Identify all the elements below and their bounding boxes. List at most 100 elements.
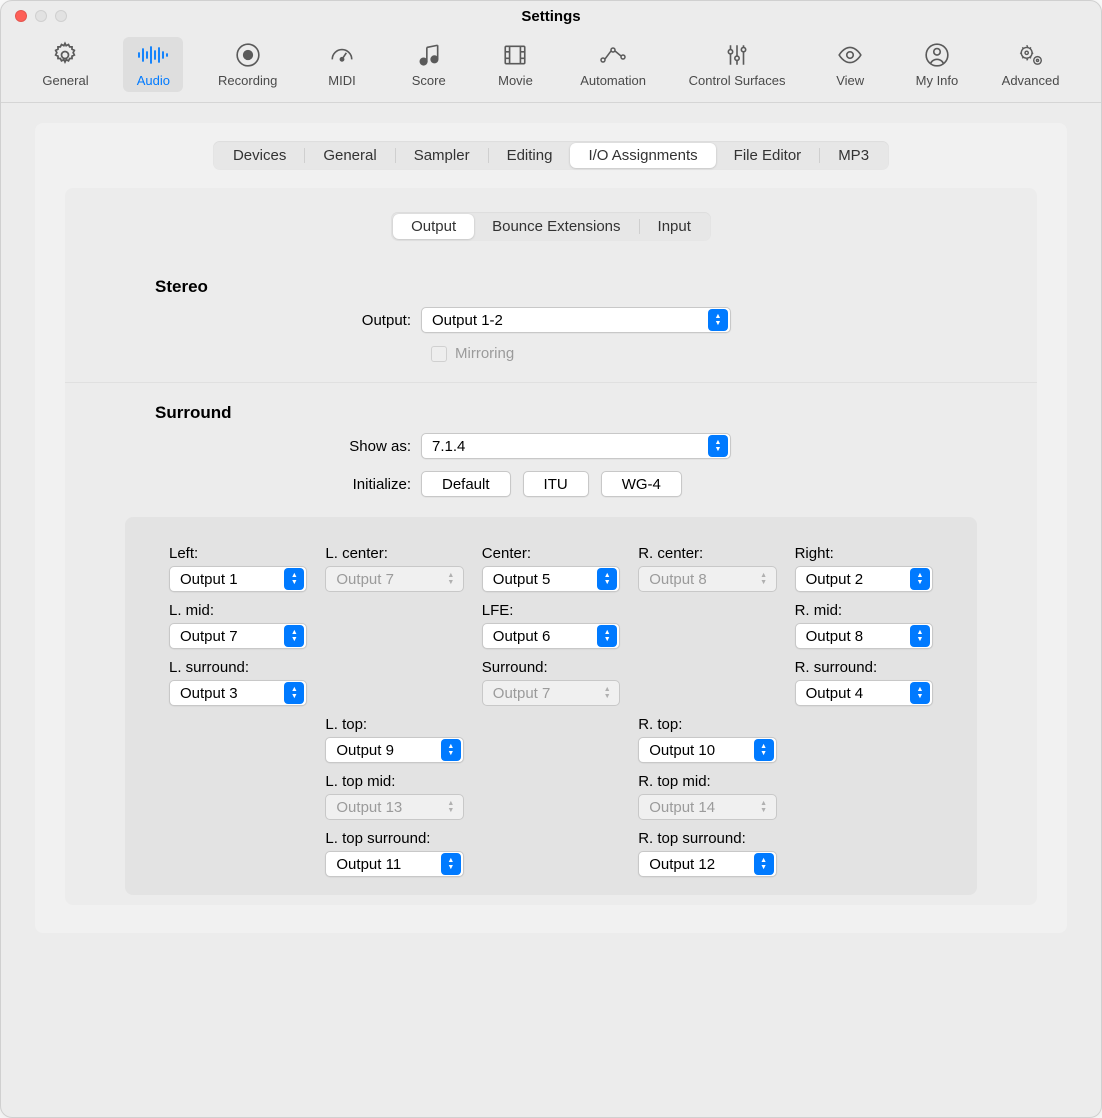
film-icon [501, 41, 529, 69]
surround-heading: Surround [95, 403, 1007, 423]
channel-label: R. top surround: [638, 830, 776, 847]
toolbar-score[interactable]: Score [399, 37, 459, 92]
notes-icon [415, 41, 443, 69]
channel-label: L. top surround: [325, 830, 463, 847]
itu-button[interactable]: ITU [523, 471, 589, 497]
channel-label: L. top mid: [325, 773, 463, 790]
updown-icon: ▲▼ [754, 853, 774, 875]
tab-output[interactable]: Output [393, 214, 474, 239]
channel-label: R. top: [638, 716, 776, 733]
wg4-button[interactable]: WG-4 [601, 471, 682, 497]
stereo-output-select[interactable]: Output 1-2 ▲▼ [421, 307, 731, 333]
channel-cell: L. surround: Output 3 ▲▼ [169, 659, 307, 706]
default-button[interactable]: Default [421, 471, 511, 497]
channel-select: Output 8 ▲▼ [638, 566, 776, 592]
channel-cell: Center: Output 5 ▲▼ [482, 545, 620, 592]
updown-icon: ▲▼ [441, 739, 461, 761]
toolbar-my-info[interactable]: My Info [907, 37, 967, 92]
channel-select[interactable]: Output 7 ▲▼ [169, 623, 307, 649]
tab-file-editor[interactable]: File Editor [716, 143, 820, 168]
channel-select[interactable]: Output 10 ▲▼ [638, 737, 776, 763]
divider [65, 382, 1037, 383]
tab-sampler[interactable]: Sampler [396, 143, 488, 168]
mirroring-checkbox[interactable] [431, 346, 447, 362]
updown-icon: ▲▼ [708, 309, 728, 331]
updown-icon: ▲▼ [910, 682, 930, 704]
person-icon [924, 41, 950, 69]
stereo-output-label: Output: [95, 312, 421, 329]
initialize-label: Initialize: [95, 476, 421, 493]
updown-icon: ▲▼ [910, 625, 930, 647]
mirroring-label: Mirroring [455, 345, 514, 362]
toolbar-general[interactable]: General [34, 37, 96, 92]
toolbar-midi[interactable]: MIDI [312, 37, 372, 92]
channel-select[interactable]: Output 1 ▲▼ [169, 566, 307, 592]
gear-icon [51, 41, 79, 69]
updown-icon: ▲▼ [441, 568, 461, 590]
toolbar-control-surfaces[interactable]: Control Surfaces [681, 37, 794, 92]
channel-select[interactable]: Output 6 ▲▼ [482, 623, 620, 649]
updown-icon: ▲▼ [754, 796, 774, 818]
updown-icon: ▲▼ [284, 625, 304, 647]
channel-select: Output 7 ▲▼ [325, 566, 463, 592]
channel-label: R. top mid: [638, 773, 776, 790]
tab-bounce-extensions[interactable]: Bounce Extensions [474, 214, 638, 239]
settings-window: Settings General Audio Recording MIDI Sc… [0, 0, 1102, 1118]
preferences-toolbar: General Audio Recording MIDI Score Movie… [1, 31, 1101, 103]
tab-devices[interactable]: Devices [215, 143, 304, 168]
channel-select: Output 7 ▲▼ [482, 680, 620, 706]
channel-label: Right: [795, 545, 933, 562]
showas-label: Show as: [95, 438, 421, 455]
tab-mp3[interactable]: MP3 [820, 143, 887, 168]
settings-panel: Devices General Sampler Editing I/O Assi… [35, 123, 1067, 933]
channel-cell: R. mid: Output 8 ▲▼ [795, 602, 933, 649]
showas-select[interactable]: 7.1.4 ▲▼ [421, 433, 731, 459]
automation-icon [598, 41, 628, 69]
tabs-primary: Devices General Sampler Editing I/O Assi… [213, 141, 889, 170]
toolbar-audio[interactable]: Audio [123, 37, 183, 92]
channel-select: Output 13 ▲▼ [325, 794, 463, 820]
waveform-icon [136, 41, 170, 69]
updown-icon: ▲▼ [597, 625, 617, 647]
eye-icon [835, 41, 865, 69]
channel-select[interactable]: Output 8 ▲▼ [795, 623, 933, 649]
tab-editing[interactable]: Editing [489, 143, 571, 168]
tab-io-assignments[interactable]: I/O Assignments [570, 143, 715, 168]
updown-icon: ▲▼ [910, 568, 930, 590]
toolbar-automation[interactable]: Automation [572, 37, 654, 92]
toolbar-recording[interactable]: Recording [210, 37, 285, 92]
channel-label: R. surround: [795, 659, 933, 676]
channel-select[interactable]: Output 12 ▲▼ [638, 851, 776, 877]
gauge-icon [328, 41, 356, 69]
channel-grid: Left: Output 1 ▲▼ L. center: Output 7 ▲▼… [125, 517, 977, 895]
updown-icon: ▲▼ [597, 568, 617, 590]
channel-cell: L. center: Output 7 ▲▼ [325, 545, 463, 592]
updown-icon: ▲▼ [284, 568, 304, 590]
toolbar-advanced[interactable]: Advanced [994, 37, 1068, 92]
updown-icon: ▲▼ [284, 682, 304, 704]
gears-icon [1016, 41, 1046, 69]
updown-icon: ▲▼ [708, 435, 728, 457]
io-panel: Output Bounce Extensions Input Stereo Ou… [65, 188, 1037, 905]
channel-cell: L. top mid: Output 13 ▲▼ [325, 773, 463, 820]
channel-cell: R. top: Output 10 ▲▼ [638, 716, 776, 763]
channel-select[interactable]: Output 11 ▲▼ [325, 851, 463, 877]
updown-icon: ▲▼ [597, 682, 617, 704]
channel-select[interactable]: Output 9 ▲▼ [325, 737, 463, 763]
channel-label: Center: [482, 545, 620, 562]
tab-input[interactable]: Input [640, 214, 709, 239]
toolbar-movie[interactable]: Movie [485, 37, 545, 92]
toolbar-view[interactable]: View [820, 37, 880, 92]
updown-icon: ▲▼ [754, 739, 774, 761]
record-icon [235, 41, 261, 69]
tabs-secondary: Output Bounce Extensions Input [391, 212, 711, 241]
channel-cell: L. top: Output 9 ▲▼ [325, 716, 463, 763]
channel-select[interactable]: Output 3 ▲▼ [169, 680, 307, 706]
channel-label: LFE: [482, 602, 620, 619]
channel-select[interactable]: Output 4 ▲▼ [795, 680, 933, 706]
channel-select[interactable]: Output 2 ▲▼ [795, 566, 933, 592]
channel-cell: Right: Output 2 ▲▼ [795, 545, 933, 592]
tab-general[interactable]: General [305, 143, 394, 168]
channel-select[interactable]: Output 5 ▲▼ [482, 566, 620, 592]
channel-cell: R. center: Output 8 ▲▼ [638, 545, 776, 592]
